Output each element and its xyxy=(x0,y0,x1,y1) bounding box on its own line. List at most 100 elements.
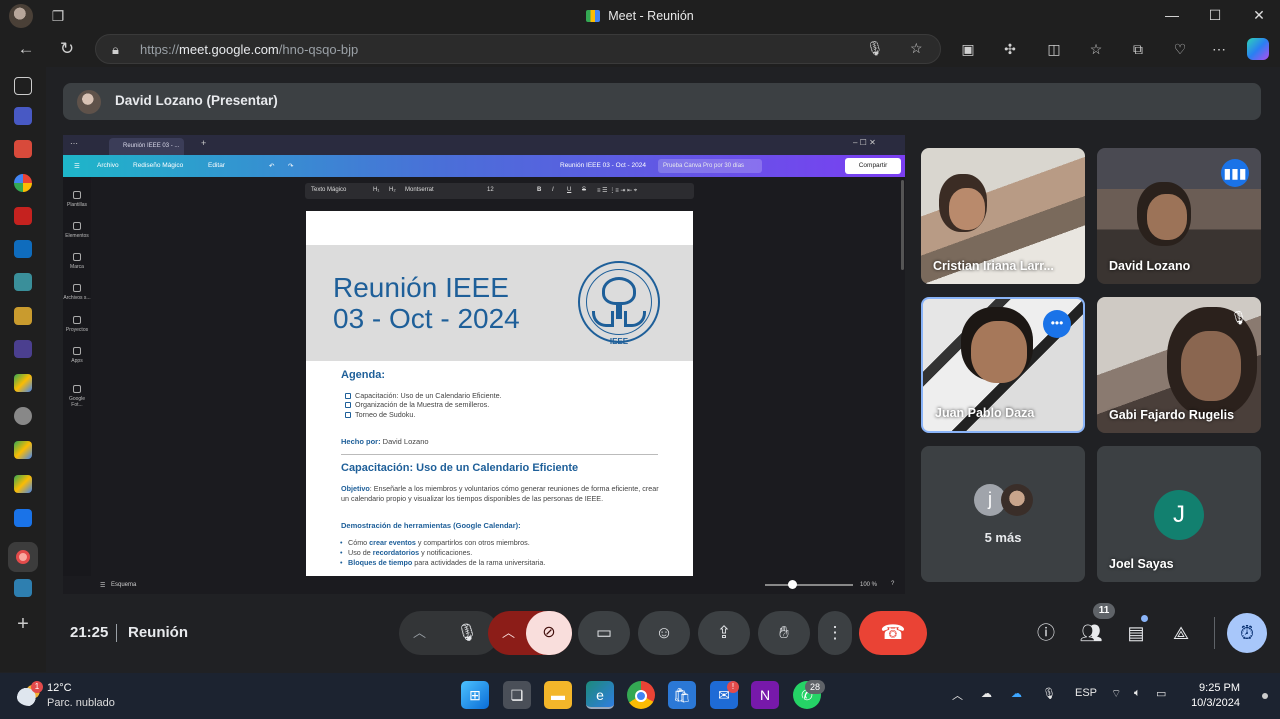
lock-icon[interactable]: 🔒︎ xyxy=(112,42,119,58)
drive-icon[interactable] xyxy=(14,441,32,459)
captions-button[interactable]: ▭ xyxy=(578,611,630,655)
show-hidden-icons[interactable]: ︿ xyxy=(952,687,963,703)
participant-tile[interactable]: 🎙︎ Gabi Fajardo Rugelis xyxy=(1097,297,1261,433)
favorite-star-icon[interactable]: ☆ xyxy=(910,40,923,57)
weather-condition[interactable]: Parc. nublado xyxy=(47,697,115,709)
menu-icon: ☰ xyxy=(74,163,80,170)
meeting-info-icon[interactable]: ⓘ xyxy=(1033,620,1059,646)
presenter-avatar xyxy=(77,90,101,114)
microphone-button[interactable]: 🎙︎ xyxy=(445,611,489,655)
chat-icon[interactable]: ▤ xyxy=(1123,620,1149,646)
input-language[interactable]: ESP xyxy=(1075,687,1097,699)
google-icon[interactable] xyxy=(14,174,32,192)
file-explorer-icon[interactable]: ▬ xyxy=(544,681,572,709)
favorites-icon[interactable]: ☆ xyxy=(1085,39,1107,59)
microphone-tray-icon[interactable]: 🎙︎ xyxy=(1042,687,1056,700)
notification-icon[interactable] xyxy=(1262,693,1268,699)
back-icon[interactable]: ← xyxy=(13,37,39,61)
sidebar-app-icon[interactable] xyxy=(14,340,32,358)
taskbar-time[interactable]: 9:25 PM xyxy=(1190,682,1240,694)
participant-tile-active[interactable]: ••• Juan Pablo Daza xyxy=(921,297,1085,433)
raise-hand-button[interactable]: ✋︎ xyxy=(758,611,810,655)
active-sidebar-item[interactable] xyxy=(8,542,38,572)
emoji-reaction-button[interactable]: ☺ xyxy=(638,611,690,655)
gmail-icon[interactable] xyxy=(14,207,32,225)
drive-icon[interactable] xyxy=(14,374,32,392)
url-text[interactable]: https://meet.google.com/hno-qsqo-bjp xyxy=(140,42,358,57)
presenter-label: David Lozano (Presentar) xyxy=(115,93,278,108)
drive-icon[interactable] xyxy=(14,475,32,493)
maximize-button[interactable]: ☐ xyxy=(1192,4,1238,26)
more-participants-label: 5 más xyxy=(984,530,1022,545)
sidebar-app-icon[interactable] xyxy=(14,407,32,425)
address-bar[interactable]: 🔒︎ https://meet.google.com/hno-qsqo-bjp … xyxy=(95,34,941,64)
sidebar-app-icon[interactable] xyxy=(14,273,32,291)
microphone-icon[interactable]: 🎙︎ xyxy=(866,40,884,57)
participant-name: David Lozano xyxy=(1109,259,1191,273)
participant-tile[interactable]: J Joel Sayas xyxy=(1097,446,1261,582)
sidebar-app-icon[interactable] xyxy=(14,107,32,125)
edge-icon[interactable]: e xyxy=(586,681,614,709)
strike-button: S xyxy=(582,187,587,193)
collections-icon[interactable]: ⧉ xyxy=(1127,39,1149,59)
font-selector: Montserrat xyxy=(405,187,434,193)
copilot-icon[interactable] xyxy=(1247,38,1269,60)
wifi-icon[interactable]: ⌔ xyxy=(1111,687,1121,701)
store-icon[interactable]: 🛍︎ xyxy=(668,681,696,709)
agenda-item: Capacitación: Uso de un Calendario Efici… xyxy=(345,391,502,400)
audio-options-chevron-icon[interactable]: ︿ xyxy=(413,611,426,655)
new-tab-icon: + xyxy=(201,138,207,148)
refresh-icon[interactable]: ↻ xyxy=(54,37,80,61)
onedrive-icon[interactable]: ☁︎ xyxy=(1011,687,1022,700)
screen-share-icon[interactable]: ▣ xyxy=(957,39,979,59)
temperature[interactable]: 12°C xyxy=(47,682,72,694)
add-icon[interactable]: + xyxy=(14,614,32,634)
end-call-button[interactable]: ☎︎ xyxy=(859,611,927,655)
extensions-icon[interactable]: ✣ xyxy=(999,39,1021,59)
sidebar-app-icon[interactable] xyxy=(14,140,32,158)
edge-sidebar: + xyxy=(0,67,46,672)
tab-actions-icon[interactable]: ❐ xyxy=(48,6,68,26)
calendar-icon[interactable] xyxy=(14,509,32,527)
tab-list-icon[interactable] xyxy=(14,77,32,95)
camera-off-button[interactable]: ⊘ xyxy=(526,611,572,655)
activities-icon[interactable]: ⟁ xyxy=(1168,620,1194,646)
split-screen-icon[interactable]: ◫ xyxy=(1043,39,1065,59)
weather-badge: 1 xyxy=(31,681,43,693)
sidebar-app-icon[interactable] xyxy=(14,240,32,258)
browser-essentials-icon[interactable]: ♡ xyxy=(1169,39,1191,59)
participant-tile[interactable]: ▮▮▮ David Lozano xyxy=(1097,148,1261,284)
sidebar-app-icon[interactable] xyxy=(14,307,32,325)
taskbar-date[interactable]: 10/3/2024 xyxy=(1183,697,1240,709)
sidebar-app-icon[interactable] xyxy=(14,579,32,597)
close-button[interactable]: ✕ xyxy=(1236,4,1280,26)
browser-toolbar: ← ↻ 🔒︎ https://meet.google.com/hno-qsqo-… xyxy=(0,31,1280,67)
window-title: Meet - Reunión xyxy=(608,8,694,23)
participant-avatar: J xyxy=(1154,490,1204,540)
people-icon[interactable]: 👥︎ xyxy=(1078,620,1104,646)
more-options-button[interactable]: ⋮ xyxy=(818,611,852,655)
volume-icon[interactable]: 🔈︎ xyxy=(1134,687,1141,700)
minimize-button[interactable]: — xyxy=(1149,4,1195,26)
more-menu-icon[interactable]: ⋯ xyxy=(1208,39,1230,59)
start-icon[interactable]: ⊞ xyxy=(461,681,489,709)
made-by: Hecho por: David Lozano xyxy=(341,437,429,446)
battery-icon[interactable]: ▭ xyxy=(1156,687,1166,700)
more-options-icon[interactable]: ••• xyxy=(1043,310,1071,338)
meeting-clock: 21:25 xyxy=(70,624,109,641)
meet-logo-icon xyxy=(586,9,601,22)
help-icon: ? xyxy=(891,581,895,587)
participant-tile[interactable]: Cristian Iriana Larr... xyxy=(921,148,1085,284)
rail-item: Google Fot... xyxy=(63,385,91,408)
chrome-icon[interactable] xyxy=(627,681,655,709)
vpn-icon[interactable]: ☁︎ xyxy=(981,687,992,700)
present-screen-button[interactable]: ⇪ xyxy=(698,611,750,655)
profile-avatar[interactable] xyxy=(9,4,33,28)
timer-alarm-icon[interactable]: ⏰︎ xyxy=(1227,613,1267,653)
task-view-icon[interactable]: ❏ xyxy=(503,681,531,709)
zoom-slider xyxy=(765,584,853,586)
shared-screen: ⋯ Reunión IEEE 03 - ... + – ☐ ✕ ☰ Archiv… xyxy=(63,135,905,594)
onenote-icon[interactable]: N xyxy=(751,681,779,709)
more-participants-tile[interactable]: j 5 más xyxy=(921,446,1085,582)
video-options-chevron-icon[interactable]: ︿ xyxy=(502,611,515,655)
